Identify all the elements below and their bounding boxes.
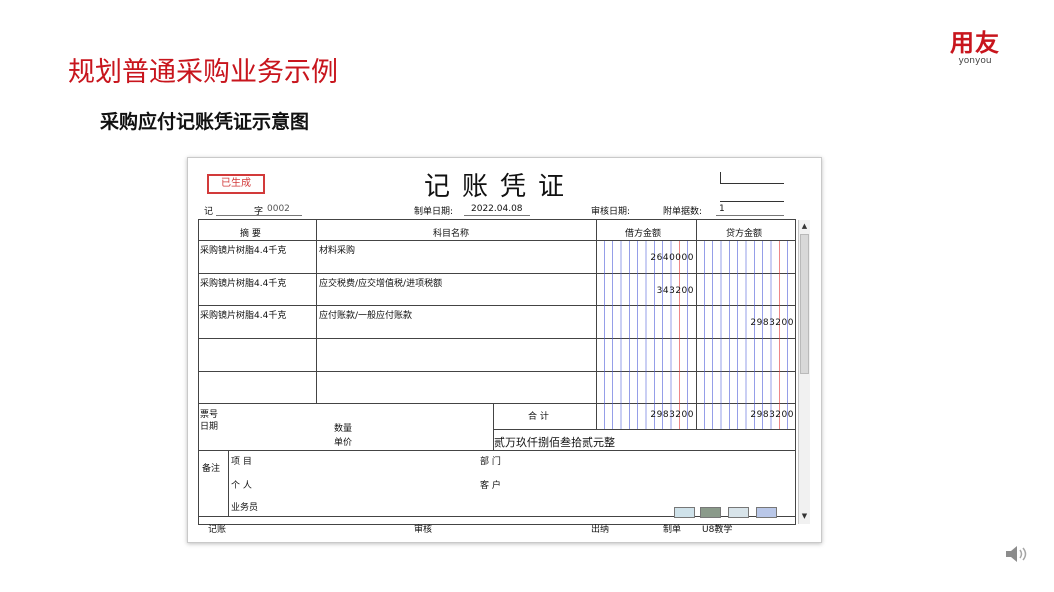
preparer-label: 制单 bbox=[663, 525, 682, 535]
voucher-type-label: 记 bbox=[204, 207, 214, 217]
row2-summary[interactable]: 采购镜片树脂4.4千克 bbox=[200, 276, 286, 289]
speaker-icon[interactable] bbox=[1004, 542, 1030, 566]
total-debit: 2983200 bbox=[650, 410, 694, 420]
voucher-date[interactable]: 2022.04.08 bbox=[471, 204, 523, 214]
attachments-count[interactable]: 1 bbox=[719, 204, 725, 214]
audit-date-label: 审核日期: bbox=[591, 207, 631, 217]
voucher-number[interactable]: 0002 bbox=[267, 204, 290, 214]
export-icon[interactable] bbox=[674, 507, 695, 518]
row1-summary[interactable]: 采购镜片树脂4.4千克 bbox=[200, 243, 286, 256]
logo-sub-text: yonyou bbox=[958, 56, 992, 66]
slide-subtitle: 采购应付记账凭证示意图 bbox=[100, 111, 310, 133]
ticket-date-label: 日期 bbox=[200, 422, 219, 432]
collapse-icon[interactable] bbox=[756, 507, 777, 518]
total-credit: 2983200 bbox=[750, 410, 794, 420]
row3-credit[interactable]: 2983200 bbox=[700, 318, 794, 328]
remarks-label: 备注 bbox=[202, 464, 221, 474]
voucher-window: 已生成 记账凭证 记 字 0002 制单日期: 2022.04.08 审核日期:… bbox=[187, 157, 822, 543]
total-label: 合 计 bbox=[528, 412, 549, 422]
generated-stamp: 已生成 bbox=[207, 174, 265, 194]
scroll-down-icon[interactable]: ▼ bbox=[799, 510, 810, 522]
unit-price-label: 单价 bbox=[334, 438, 353, 448]
row2-debit[interactable]: 343200 bbox=[600, 286, 694, 296]
yonyou-logo: 用友 yonyou bbox=[944, 30, 1006, 66]
logo-main-text: 用友 bbox=[950, 29, 1000, 57]
header-debit: 借方金额 bbox=[625, 229, 662, 239]
row3-account[interactable]: 应付账款/一般应付账款 bbox=[319, 308, 412, 321]
cashier-label: 出纳 bbox=[591, 525, 610, 535]
slide-title: 规划普通采购业务示例 bbox=[68, 57, 338, 88]
salesperson-label: 业务员 bbox=[231, 503, 259, 513]
scroll-up-icon[interactable]: ▲ bbox=[799, 220, 810, 232]
preparer-name: U8教学 bbox=[702, 525, 733, 535]
person-label: 个 人 bbox=[231, 481, 252, 491]
calc-icon[interactable] bbox=[728, 507, 749, 518]
voucher-title: 记账凭证 bbox=[424, 172, 577, 202]
quantity-label: 数量 bbox=[334, 424, 353, 434]
customer-label: 客 户 bbox=[480, 481, 501, 491]
header-summary: 摘 要 bbox=[240, 229, 261, 239]
project-label: 项 目 bbox=[231, 457, 252, 467]
row1-debit[interactable]: 2640000 bbox=[600, 253, 694, 263]
department-label: 部 门 bbox=[480, 457, 501, 467]
amount-grid bbox=[604, 241, 788, 429]
row1-account[interactable]: 材料采购 bbox=[319, 243, 355, 256]
print-icon[interactable] bbox=[700, 507, 721, 518]
scroll-thumb[interactable] bbox=[800, 234, 809, 374]
row3-summary[interactable]: 采购镜片树脂4.4千克 bbox=[200, 308, 286, 321]
reviewer-label: 审核 bbox=[414, 525, 433, 535]
date-label: 制单日期: bbox=[414, 207, 454, 217]
vertical-scrollbar[interactable]: ▲ ▼ bbox=[798, 220, 810, 524]
bookkeeper-label: 记账 bbox=[208, 525, 227, 535]
header-account: 科目名称 bbox=[433, 229, 470, 239]
row2-account[interactable]: 应交税费/应交增值税/进项税额 bbox=[319, 276, 442, 289]
total-in-words: 贰万玖仟捌佰叁拾贰元整 bbox=[494, 436, 615, 449]
header-credit: 贷方金额 bbox=[726, 229, 763, 239]
attachments-label: 附单据数: bbox=[663, 207, 703, 217]
